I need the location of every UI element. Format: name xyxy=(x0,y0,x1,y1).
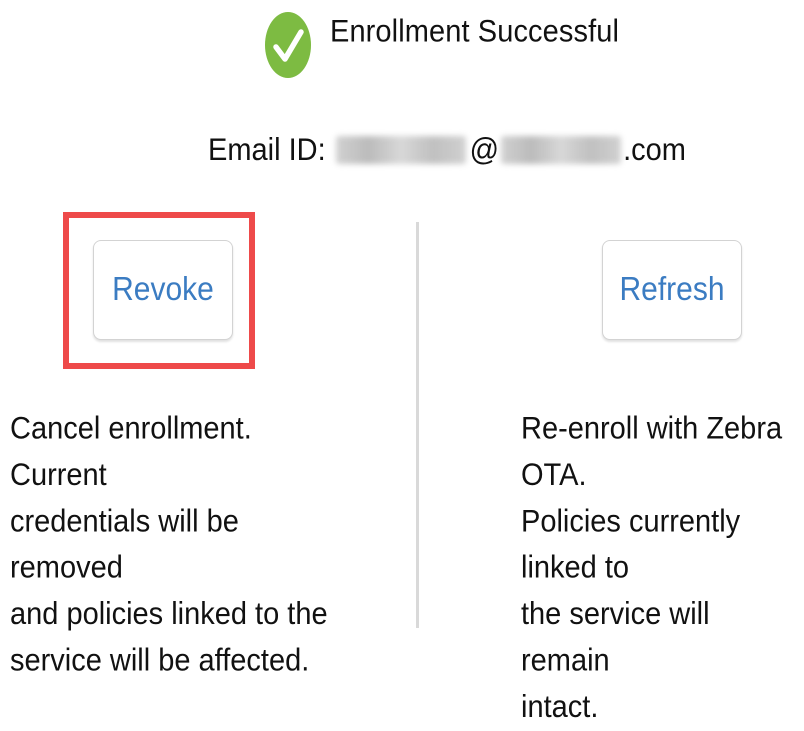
revoke-description: Cancel enrollment. Current credentials w… xyxy=(10,411,328,679)
revoke-button[interactable]: Revoke xyxy=(93,240,233,340)
vertical-divider xyxy=(416,222,419,628)
email-at-sign: @ xyxy=(469,131,500,168)
check-circle-icon xyxy=(264,10,312,80)
refresh-description: Re-enroll with Zebra OTA. Policies curre… xyxy=(521,411,783,725)
refresh-button[interactable]: Refresh xyxy=(602,240,742,340)
email-domain-suffix: .com xyxy=(623,131,686,168)
revoke-button-label: Revoke xyxy=(112,270,214,308)
redacted-email-user xyxy=(335,136,466,164)
enrollment-header: Enrollment Successful xyxy=(0,0,804,90)
email-id-label: Email ID: xyxy=(208,131,326,168)
refresh-button-label: Refresh xyxy=(619,270,725,308)
email-id-row: Email ID: @ .com xyxy=(208,130,686,170)
redacted-email-domain xyxy=(501,136,622,164)
enrollment-status-title: Enrollment Successful xyxy=(330,14,619,50)
